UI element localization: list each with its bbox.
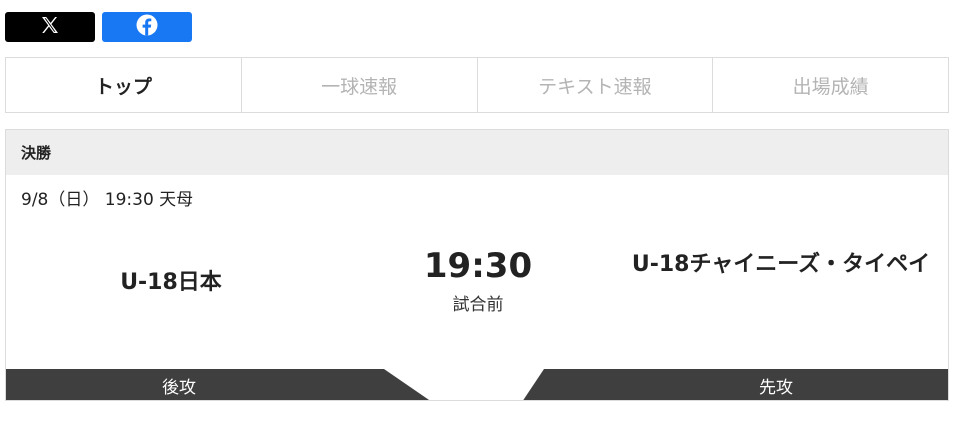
home-team-name[interactable]: U-18日本: [66, 266, 276, 300]
share-x-button[interactable]: [5, 12, 95, 42]
away-batting-order: 先攻: [522, 369, 948, 400]
share-facebook-button[interactable]: [102, 12, 192, 42]
start-time: 19:30: [423, 246, 533, 286]
home-batting-order: 後攻: [6, 369, 432, 400]
tab-top[interactable]: トップ: [6, 58, 241, 112]
tab-player-stats[interactable]: 出場成績: [712, 58, 948, 112]
tab-text-live[interactable]: テキスト速報: [476, 58, 713, 112]
away-team-name[interactable]: U-18チャイニーズ・タイペイ: [626, 248, 936, 282]
score-center: 19:30 試合前: [378, 244, 578, 315]
x-logo-icon: [40, 15, 60, 39]
round-header: 決勝: [6, 130, 948, 175]
facebook-logo-icon: [136, 14, 158, 40]
game-status: 試合前: [452, 295, 504, 315]
tab-pitch-by-pitch[interactable]: 一球速報: [240, 58, 477, 112]
game-date-venue: 9/8（日） 19:30 天母: [21, 190, 194, 210]
game-card: 決勝 9/8（日） 19:30 天母 U-18日本 19:30 試合前 U-18…: [5, 129, 949, 401]
tab-bar: トップ 一球速報 テキスト速報 出場成績: [5, 57, 949, 113]
